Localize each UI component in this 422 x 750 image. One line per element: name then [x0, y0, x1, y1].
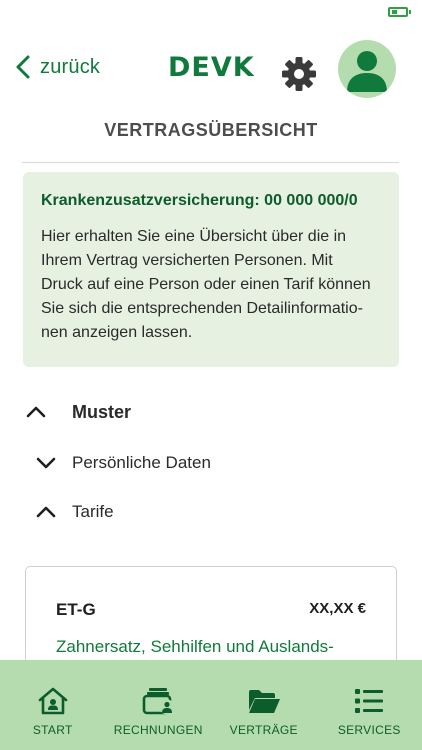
- contract-info-text: Hier erhalten Sie eine Übersicht über di…: [41, 228, 371, 341]
- tariffs-label: Tarife: [72, 502, 114, 521]
- back-label: zurück: [40, 55, 101, 78]
- wallet-user-icon: [142, 688, 175, 715]
- home-icon: [38, 687, 68, 715]
- tab-invoices-label: RECHNUNGEN: [113, 723, 203, 737]
- tariff-name: ET-G: [56, 600, 96, 619]
- chevron-down-icon: [36, 457, 56, 469]
- user-avatar-icon: [347, 51, 387, 92]
- chevron-up-icon: [26, 406, 46, 418]
- devk-logo: DEVK: [168, 52, 255, 83]
- tab-contracts[interactable]: VERTRÄGE: [211, 660, 317, 750]
- gear-icon: [282, 57, 316, 91]
- tab-invoices[interactable]: RECHNUNGEN: [106, 660, 212, 750]
- chevron-up-icon: [36, 506, 56, 518]
- title-divider: [22, 162, 399, 163]
- tab-start[interactable]: START: [0, 660, 106, 750]
- tariffs-toggle[interactable]: Tarife: [0, 492, 422, 532]
- tariff-description: Zahnersatz, Sehhilfen und Auslands-: [56, 637, 334, 656]
- list-icon: [355, 689, 384, 713]
- back-button[interactable]: zurück: [14, 52, 100, 82]
- chevron-left-icon: [16, 55, 30, 79]
- page-title: VERTRAGSÜBERSICHT: [104, 120, 318, 140]
- tab-contracts-label: VERTRÄGE: [229, 723, 298, 737]
- tab-services[interactable]: SERVICES: [317, 660, 422, 750]
- personal-data-toggle[interactable]: Persönliche Daten: [0, 443, 422, 483]
- person-name: Muster: [72, 401, 132, 422]
- tab-start-label: START: [32, 723, 73, 737]
- settings-button[interactable]: [281, 56, 317, 92]
- contract-info-box: Krankenzusatzversicherung: 00 000 000/0 …: [23, 172, 399, 367]
- folder-open-icon: [248, 690, 280, 713]
- tab-services-label: SERVICES: [337, 723, 401, 737]
- tariff-price: XX,XX €: [309, 600, 366, 617]
- profile-avatar[interactable]: [338, 40, 396, 98]
- bottom-tab-bar: START RECHNUNGEN VERTRÄGE SERVICES: [0, 660, 422, 750]
- app-header: zurück DEVK: [0, 38, 422, 98]
- personal-data-label: Persönliche Daten: [72, 453, 211, 472]
- contract-heading: Krankenzusatzversicherung: 00 000 000/0: [41, 192, 358, 209]
- person-section-toggle[interactable]: Muster: [0, 392, 422, 432]
- battery-icon: [388, 7, 411, 17]
- status-bar: [0, 0, 422, 24]
